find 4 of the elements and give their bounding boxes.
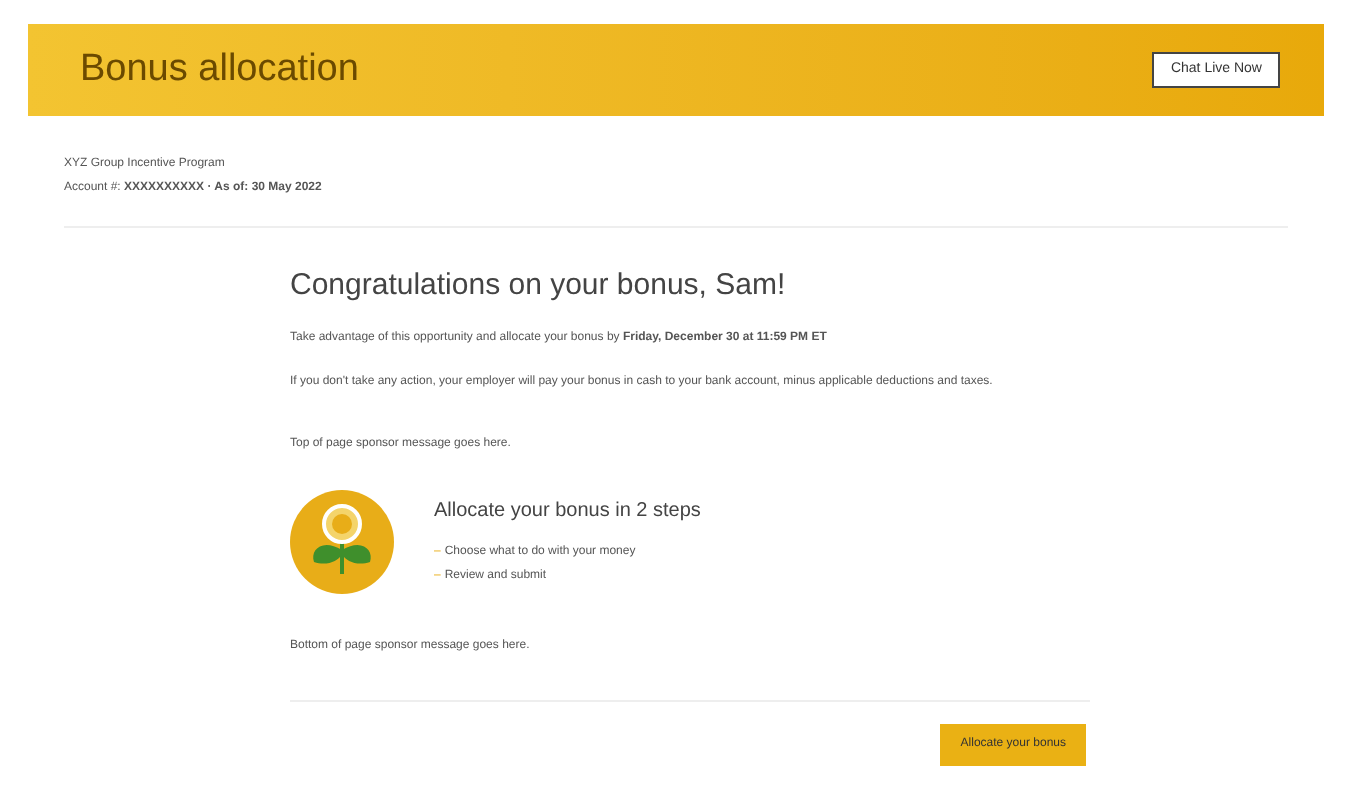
congrats-heading: Congratulations on your bonus, Sam! <box>290 266 788 306</box>
steps-title: Allocate your bonus in 2 steps <box>434 498 701 526</box>
page-title: Bonus allocation <box>80 45 359 94</box>
coin-plant-icon <box>290 489 394 593</box>
